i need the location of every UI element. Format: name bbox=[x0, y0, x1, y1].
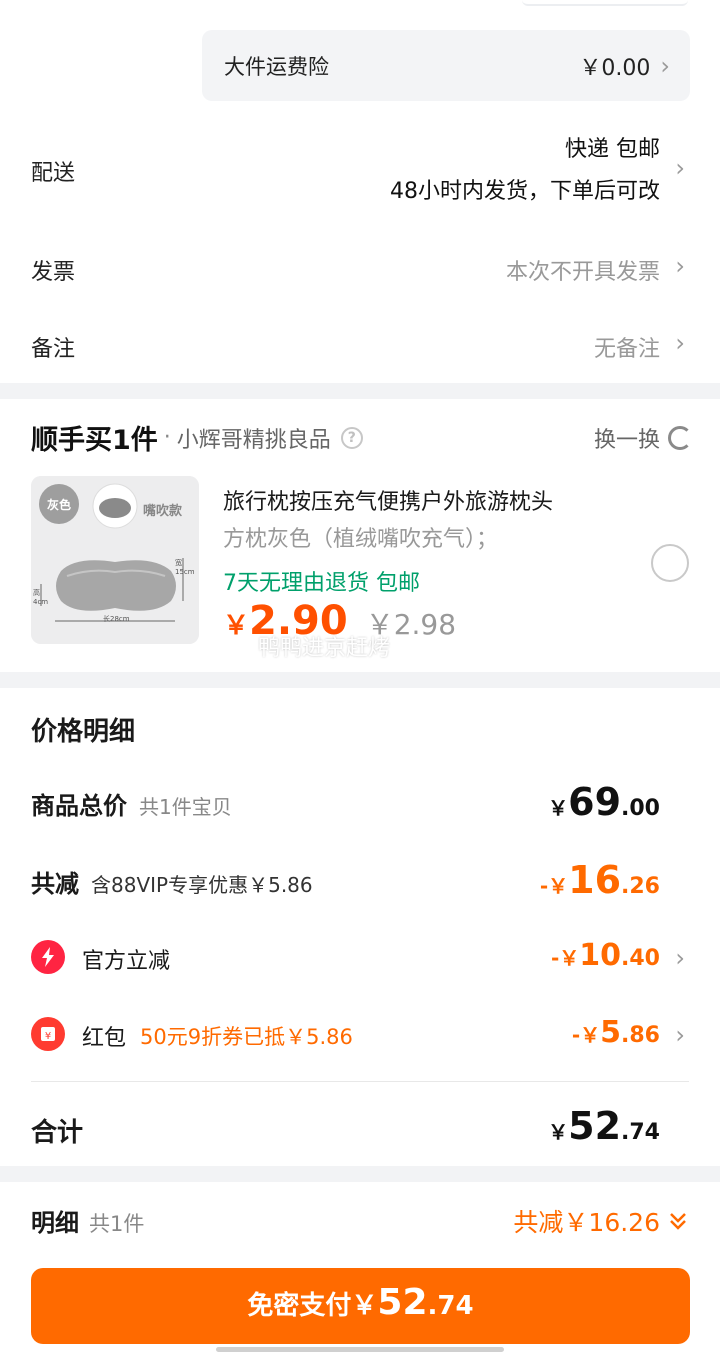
goods-total-label: 商品总价 共1件宝贝 bbox=[31, 786, 232, 821]
thumb-height-label: 高4cm bbox=[33, 589, 49, 606]
amount-decimal: .74 bbox=[427, 1291, 474, 1321]
freight-insurance-value: ￥0.00 bbox=[579, 55, 651, 81]
invoice-label: 发票 bbox=[31, 260, 76, 285]
delivery-label: 配送 bbox=[31, 161, 76, 186]
red-packet-amount: -￥ 5.86 bbox=[572, 1015, 660, 1050]
amount-integer: 10 bbox=[579, 938, 622, 973]
freight-insurance-label: 大件运费险 bbox=[224, 54, 329, 79]
add-on-brand-logo: 顺手买1件 bbox=[31, 425, 158, 456]
thumb-length-label: 长28cm bbox=[103, 615, 130, 623]
coupon-note: 50元9折券已抵￥5.86 bbox=[140, 1025, 353, 1049]
red-packet-icon: ¥ bbox=[31, 1017, 65, 1051]
amount-integer: 69 bbox=[568, 780, 622, 824]
detail-label: 明细 bbox=[31, 1209, 79, 1237]
add-on-header: 顺手买1件 · 小辉哥精挑良品 ? bbox=[31, 418, 363, 457]
home-indicator[interactable] bbox=[216, 1347, 504, 1352]
thumb-style-tag: 嘴吹款 bbox=[143, 504, 183, 519]
amount-decimal: .74 bbox=[621, 1120, 660, 1145]
thumb-width-label: 宽15cm bbox=[175, 559, 195, 576]
vip-discount-note: 含88VIP专享优惠￥5.86 bbox=[91, 873, 313, 897]
price-currency: ￥ bbox=[223, 611, 250, 641]
refresh-icon bbox=[668, 426, 692, 450]
chevron-right-icon: › bbox=[660, 51, 670, 80]
goods-total-amount: ￥ 69.00 bbox=[548, 780, 660, 824]
svg-text:¥: ¥ bbox=[45, 1031, 51, 1042]
divider bbox=[31, 1081, 689, 1082]
freight-insurance-row[interactable]: 大件运费险 ￥0.00 › bbox=[202, 30, 690, 101]
shop-name: 小辉哥精挑良品 bbox=[176, 427, 331, 453]
official-discount-amount: -￥ 10.40 bbox=[551, 938, 660, 973]
top-partial-divider bbox=[522, 0, 688, 6]
product-spec: 方枕灰色（植绒嘴吹充气）； bbox=[223, 527, 499, 552]
delivery-method: 快递 包邮 bbox=[565, 137, 660, 162]
currency-symbol: -￥ bbox=[550, 946, 580, 970]
product-name[interactable]: 旅行枕按压充气便携户外旅游枕头 bbox=[223, 484, 553, 516]
thumb-color-tag: 灰色 bbox=[47, 498, 72, 512]
delivery-time: 48小时内发货，下单后可改 bbox=[390, 179, 660, 204]
currency-symbol: ￥ bbox=[548, 796, 569, 820]
sum-label: 合计 bbox=[31, 1118, 84, 1148]
swap-button[interactable]: 换一换 bbox=[594, 422, 692, 454]
discount-label: 共减 含88VIP专享优惠￥5.86 bbox=[31, 864, 313, 899]
discount-amount: -￥ 16.26 bbox=[540, 858, 660, 902]
amount-decimal: .00 bbox=[621, 796, 660, 821]
double-chevron-down-icon bbox=[670, 1213, 686, 1230]
help-icon[interactable]: ? bbox=[340, 426, 363, 449]
item-count: 共1件 bbox=[89, 1212, 145, 1236]
goods-count: 共1件宝贝 bbox=[139, 795, 232, 819]
amount-decimal: .26 bbox=[621, 874, 660, 899]
official-discount-label: 官方立减 bbox=[82, 949, 171, 974]
amount-decimal: .40 bbox=[621, 946, 660, 971]
currency-symbol: -￥ bbox=[571, 1023, 601, 1047]
currency-symbol: -￥ bbox=[539, 874, 569, 898]
red-packet-text: 红包 bbox=[82, 1026, 127, 1051]
service-tags: 7天无理由退货 包邮 bbox=[223, 571, 420, 596]
chevron-right-icon: › bbox=[675, 252, 685, 280]
remark-value: 无备注 bbox=[593, 337, 660, 362]
detail-summary[interactable]: 明细 共1件 bbox=[31, 1203, 144, 1238]
pay-button[interactable]: 免密支付 ￥ 52.74 bbox=[31, 1268, 690, 1344]
invoice-value: 本次不开具发票 bbox=[505, 260, 660, 285]
chevron-right-icon: › bbox=[675, 944, 685, 972]
product-thumbnail[interactable]: 灰色 嘴吹款 宽15cm 高4cm 长28cm bbox=[31, 476, 199, 644]
price-detail-title: 价格明细 bbox=[31, 717, 136, 747]
add-on-select-radio[interactable] bbox=[651, 544, 689, 582]
discount-text: 共减 bbox=[31, 870, 79, 898]
price-detail-card bbox=[0, 688, 720, 1166]
sum-amount: ￥ 52.74 bbox=[548, 1104, 660, 1148]
chevron-right-icon: › bbox=[675, 1021, 685, 1049]
chevron-right-icon: › bbox=[675, 154, 685, 182]
goods-total-text: 商品总价 bbox=[31, 792, 127, 820]
currency-symbol: ￥ bbox=[351, 1291, 378, 1321]
currency-symbol: ￥ bbox=[548, 1120, 569, 1144]
amount-integer: 5 bbox=[600, 1015, 622, 1050]
amount-integer: 16 bbox=[568, 858, 622, 902]
discount-summary-toggle[interactable]: 共减￥16.26 bbox=[513, 1203, 690, 1239]
amount-integer: 52 bbox=[568, 1104, 622, 1148]
chevron-right-icon: › bbox=[675, 329, 685, 357]
swap-label: 换一换 bbox=[593, 428, 660, 453]
remark-label: 备注 bbox=[31, 337, 76, 362]
separator-dot: · bbox=[163, 425, 171, 450]
total-discount-text: 共减￥16.26 bbox=[513, 1208, 660, 1237]
watermark: 鸭鸭进京赶烤 bbox=[258, 636, 391, 661]
pay-button-label: 免密支付 bbox=[247, 1291, 352, 1321]
red-packet-label: 红包 50元9折券已抵￥5.86 bbox=[82, 1020, 353, 1052]
amount-decimal: .86 bbox=[621, 1023, 660, 1048]
amount-integer: 52 bbox=[377, 1282, 428, 1323]
lightning-icon bbox=[31, 940, 65, 974]
